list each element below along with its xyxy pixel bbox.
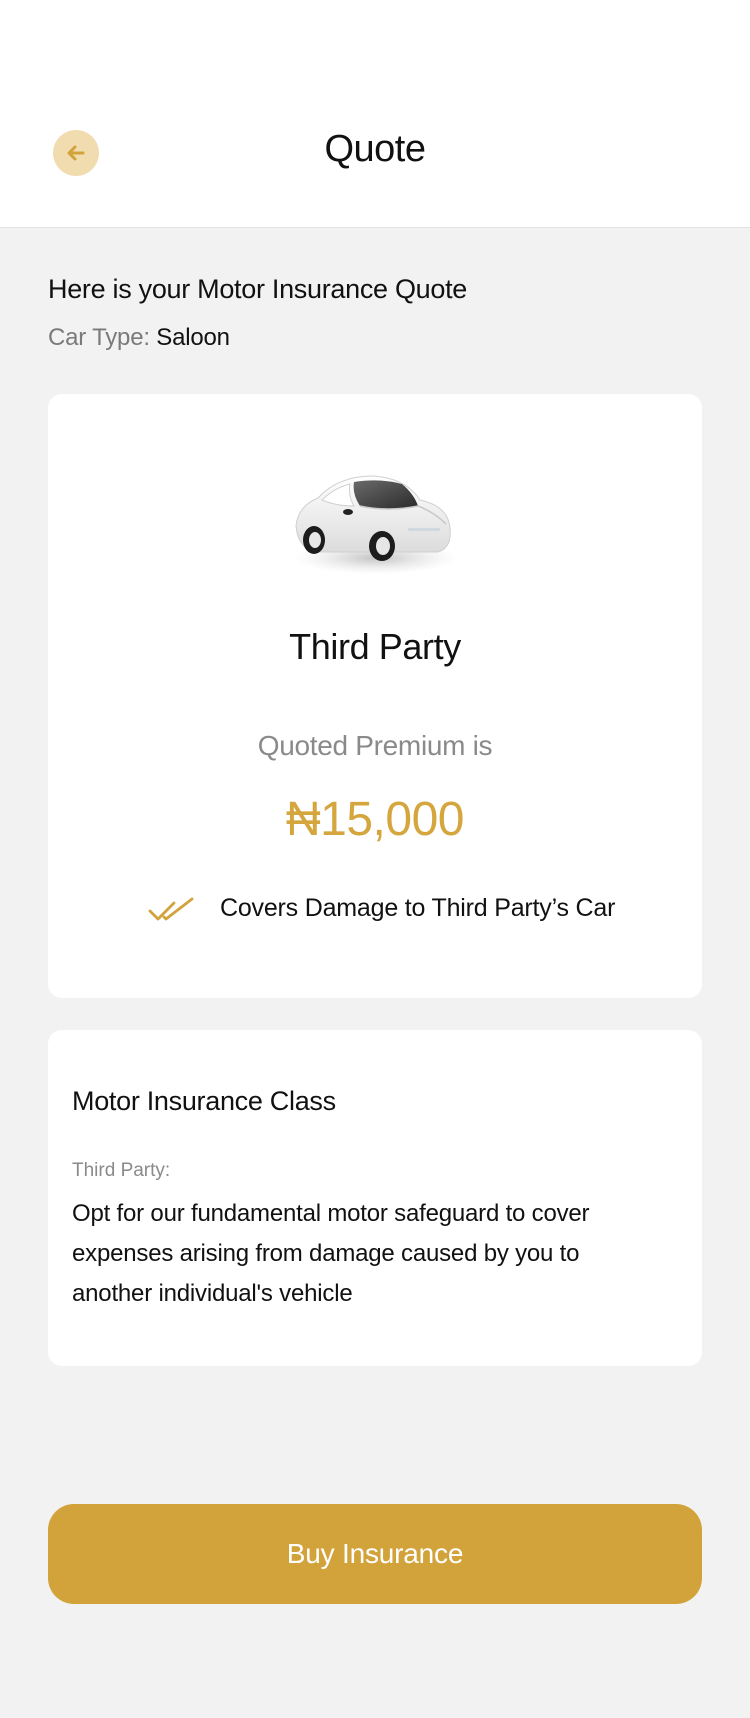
coverage-item: Covers Damage to Third Party’s Car (148, 894, 615, 923)
car-type-label: Car Type: (48, 324, 150, 351)
page-title: Quote (324, 128, 426, 170)
buy-insurance-button[interactable]: Buy Insurance (48, 1504, 702, 1604)
class-subtitle: Third Party: (72, 1160, 171, 1181)
header: Quote (0, 0, 750, 228)
car-icon (294, 475, 458, 574)
quote-card: Third Party Quoted Premium is ₦15,000 Co… (48, 394, 702, 998)
double-check-icon (148, 895, 194, 923)
class-description: Opt for our fundamental motor safeguard … (72, 1200, 590, 1307)
car-type: Car Type: Saloon (48, 324, 230, 352)
car-type-value: Saloon (156, 324, 230, 351)
premium-amount: ₦15,000 (286, 793, 464, 846)
quote-heading: Here is your Motor Insurance Quote (48, 274, 467, 304)
insurance-class-card: Motor Insurance Class Third Party: Opt f… (48, 1030, 702, 1366)
class-title: Motor Insurance Class (72, 1086, 336, 1116)
plan-name: Third Party (289, 626, 461, 667)
coverage-text: Covers Damage to Third Party’s Car (220, 894, 616, 922)
premium-label: Quoted Premium is (257, 730, 493, 761)
